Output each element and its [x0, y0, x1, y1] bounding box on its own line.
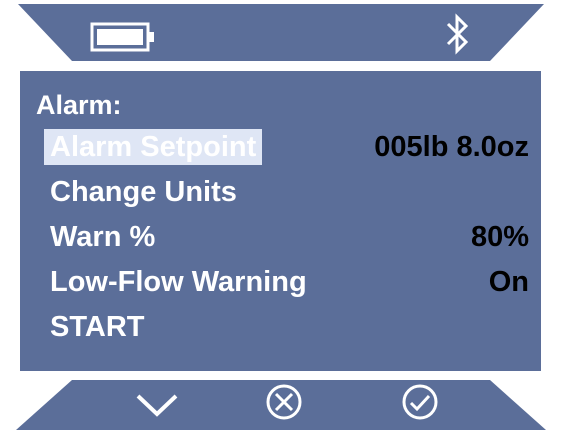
- bluetooth-icon: [444, 10, 472, 58]
- menu-item-change-units[interactable]: Change Units: [44, 174, 529, 210]
- battery-icon: [90, 22, 156, 52]
- menu-item-label: Warn %: [50, 221, 156, 253]
- menu-item-label: Change Units: [50, 176, 237, 208]
- menu-item-warn-percent[interactable]: Warn % 80%: [44, 219, 529, 255]
- menu-item-label: Low-Flow Warning: [50, 266, 307, 298]
- menu-item-value: 80%: [470, 221, 529, 253]
- menu-item-label: START: [50, 311, 145, 343]
- alarm-menu: Alarm: Alarm Setpoint 005lb 8.0oz Change…: [20, 71, 541, 371]
- confirm-circle-icon[interactable]: [400, 382, 440, 422]
- chevron-down-icon[interactable]: [132, 384, 182, 424]
- menu-item-start[interactable]: START: [44, 309, 529, 345]
- cancel-circle-icon[interactable]: [264, 382, 304, 422]
- menu-item-low-flow-warning[interactable]: Low-Flow Warning On: [44, 264, 529, 300]
- menu-item-value: 005lb 8.0oz: [374, 131, 529, 163]
- menu-item-alarm-setpoint[interactable]: Alarm Setpoint 005lb 8.0oz: [44, 129, 529, 165]
- menu-item-value: On: [488, 266, 529, 298]
- menu-title: Alarm:: [36, 90, 122, 120]
- menu-item-label: Alarm Setpoint: [44, 129, 263, 165]
